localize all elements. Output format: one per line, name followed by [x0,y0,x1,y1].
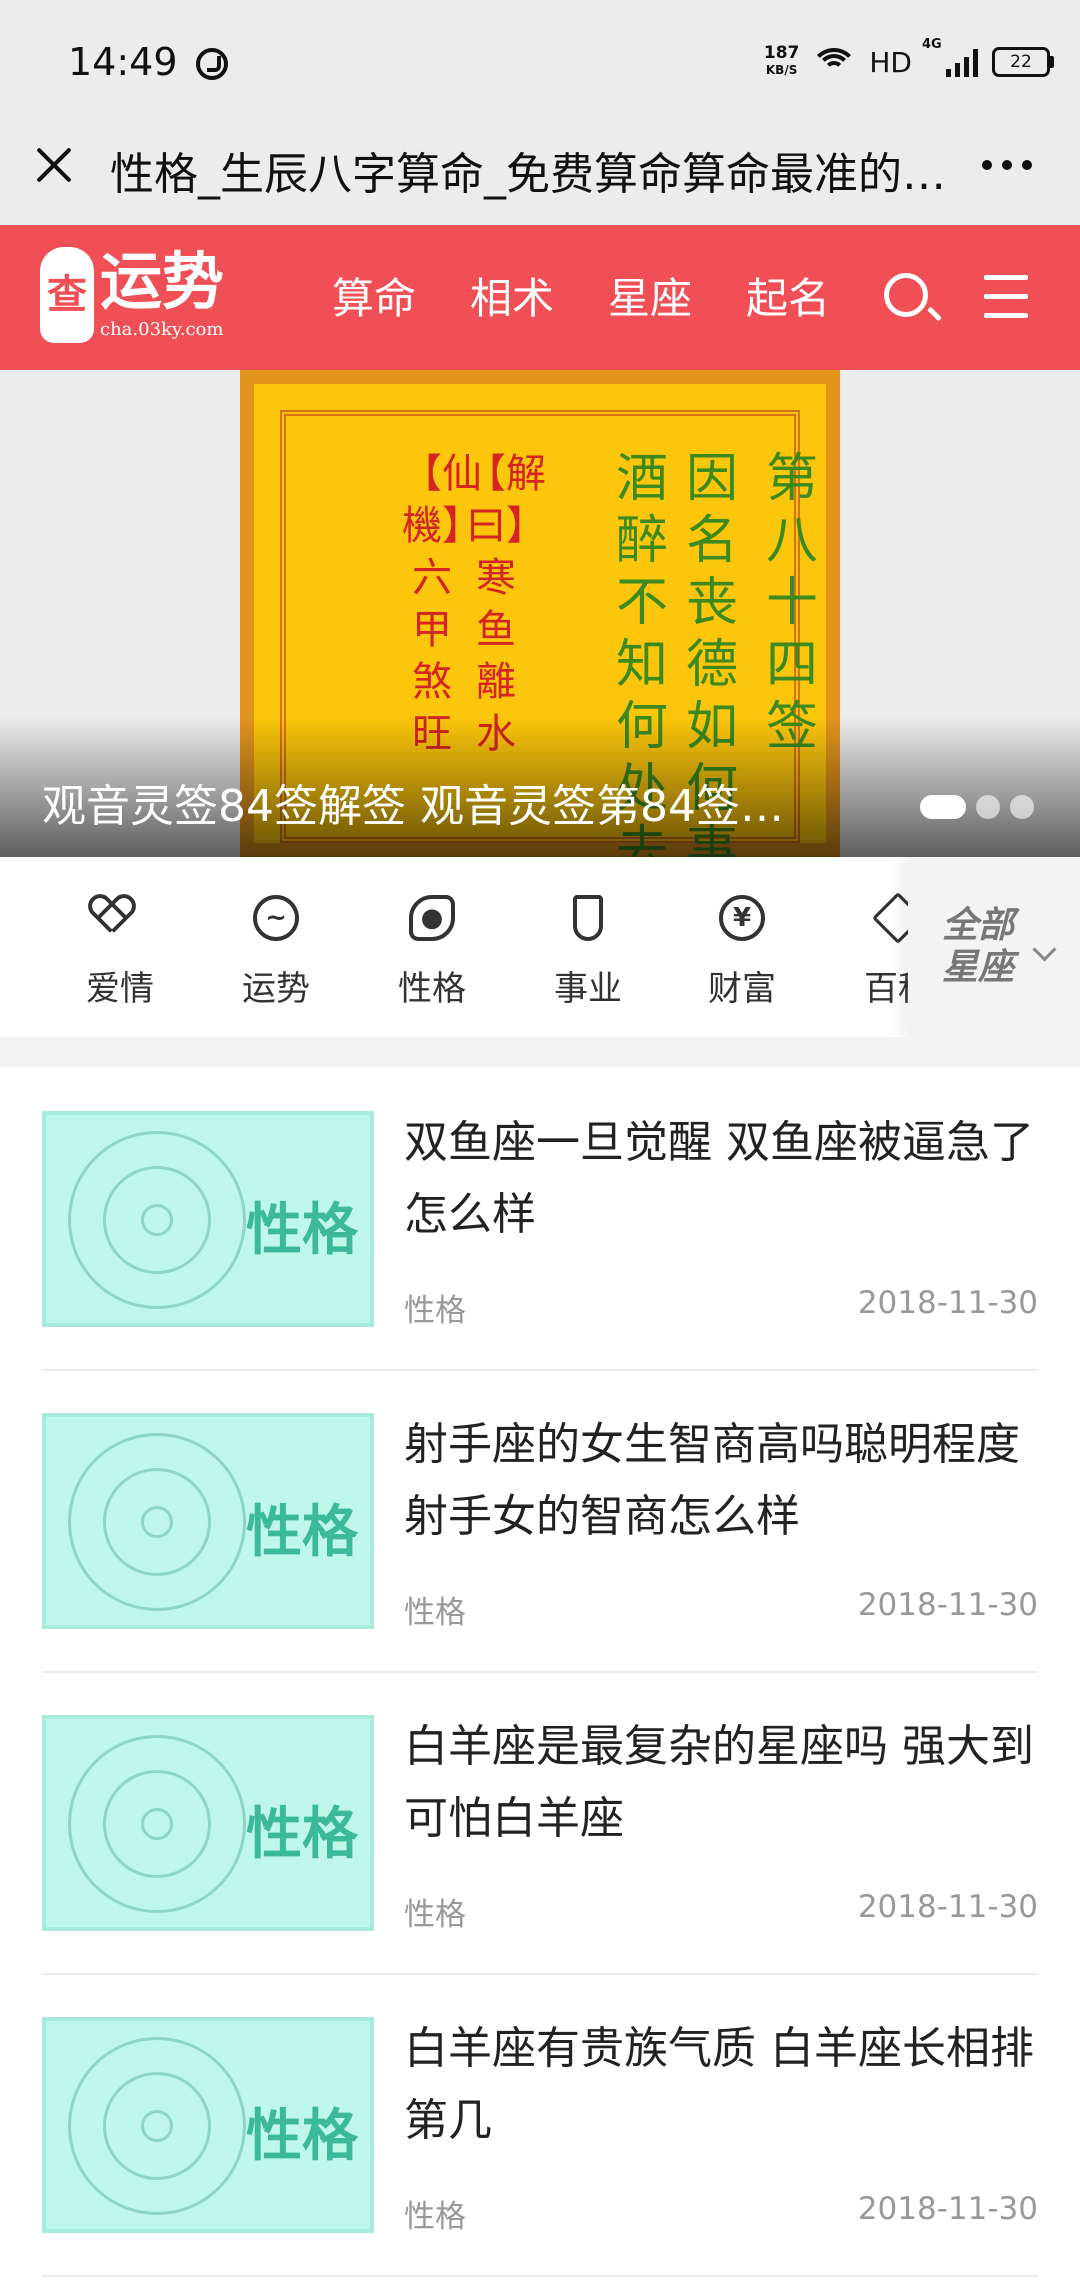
banner-text-col: 【仙機】六甲煞旺 [402,451,482,757]
atom-icon: ● [409,895,455,941]
nav-item-xiangshu[interactable]: 相术 [470,265,608,326]
article-thumbnail[interactable]: 性格 [42,1111,374,1327]
page-title: 性格_生辰八字算命_免费算命算命最准的网站 [110,149,970,200]
battery-icon: 22 [992,47,1054,77]
article-title[interactable]: 白羊座是最复杂的星座吗 强大到可怕白羊座 [404,1711,1038,1855]
article-category: 性格 [404,1293,466,1329]
battery-level: 22 [1010,52,1032,72]
signal-icon: 4G [922,37,978,77]
carousel-dot-active[interactable] [920,795,966,819]
wifi-icon [813,46,856,78]
site-header: 查 运势 cha.03ky.com 算命 相术 星座 起名 [0,225,1080,370]
logo-seal: 查 [40,247,94,343]
article-thumbnail[interactable]: 性格 [42,2017,374,2233]
zodiac-wheel-icon [68,1131,246,1309]
list-item[interactable]: 性格 白羊座是最复杂的星座吗 强大到可怕白羊座 性格 2018-11-30 [42,1671,1038,1975]
article-category: 性格 [404,1897,466,1933]
tie-icon [573,895,603,941]
status-time: 14:49 [68,40,178,84]
category-label: 运势 [242,969,310,1009]
article-thumbnail[interactable]: 性格 [42,1715,374,1931]
yuan-icon: ¥ [719,895,765,941]
category-career[interactable]: 事业 [528,895,648,1010]
network-speed-unit: KB/S [765,63,798,77]
close-icon[interactable] [34,144,74,184]
article-date: 2018-11-30 [857,2191,1038,2227]
category-label: 性格 [398,969,466,1009]
zodiac-wheel-icon [68,1735,246,1913]
category-wealth[interactable]: ¥ 财富 [682,895,802,1010]
list-item[interactable]: 性格 射手座的女生智商高吗聪明程度 射手女的智商怎么样 性格 2018-11-3… [42,1369,1038,1673]
fortune-icon: ~ [253,895,299,941]
category-label: 爱情 [86,969,154,1009]
article-date: 2018-11-30 [857,1285,1038,1321]
thumbnail-tag: 性格 [246,2103,358,2169]
all-zodiac-button[interactable]: 全部星座 [908,857,1080,1037]
all-zodiac-label: 全部星座 [942,905,1015,988]
carousel-dot[interactable] [976,795,1000,819]
nav-item-qiming[interactable]: 起名 [746,265,884,326]
article-title[interactable]: 射手座的女生智商高吗聪明程度 射手女的智商怎么样 [404,1409,1038,1553]
category-strip: 爱情 ~ 运势 ● 性格 事业 ¥ 财富 百科 全部星座 [0,857,1080,1037]
network-speed-value: 187 [763,43,800,63]
logo-domain: cha.03ky.com [100,319,224,340]
zodiac-wheel-icon [68,2037,246,2215]
network-speed: 187 KB/S [764,45,800,79]
more-options-icon[interactable] [982,160,1032,170]
thumbnail-tag: 性格 [246,1499,358,1565]
status-icons: 187 KB/S HD 4G 22 [764,37,1054,82]
zodiac-wheel-icon [68,1433,246,1611]
nav-item-xingzuo[interactable]: 星座 [608,265,746,326]
banner-text-col: 第八十四签 [765,449,818,757]
category-personality[interactable]: ● 性格 [372,895,492,1010]
site-logo[interactable]: 查 运势 cha.03ky.com [40,247,240,347]
article-category: 性格 [404,1595,466,1631]
carousel-dot[interactable] [1010,795,1034,819]
menu-icon[interactable] [984,275,1028,319]
browser-titlebar: 性格_生辰八字算命_免费算命算命最准的网站 [0,130,1080,225]
heart-icon [96,895,144,939]
network-type: 4G [922,37,942,52]
category-label: 事业 [554,969,622,1009]
banner-caption[interactable]: 观音灵签84签解签 观音灵签第84签解签 [42,770,802,834]
hd-label: HD [869,45,912,79]
article-date: 2018-11-30 [857,1889,1038,1925]
carousel-dots [920,795,1034,819]
main-nav: 算命 相术 星座 起名 [332,265,884,326]
sync-icon [196,48,228,80]
chevron-down-icon [1032,937,1057,962]
nav-item-suanming[interactable]: 算命 [332,265,470,326]
status-bar: 14:49 187 KB/S HD 4G 22 [0,0,1080,130]
section-divider [0,1037,1080,1067]
category-love[interactable]: 爱情 [60,895,180,1010]
list-item[interactable]: 性格 白羊座有贵族气质 白羊座长相排第几 性格 2018-11-30 [42,1973,1038,2277]
article-title[interactable]: 双鱼座一旦觉醒 双鱼座被逼急了怎么样 [404,1107,1038,1251]
category-fortune[interactable]: ~ 运势 [216,895,336,1010]
article-category: 性格 [404,2199,466,2235]
search-icon[interactable] [884,273,928,317]
thumbnail-tag: 性格 [246,1801,358,1867]
logo-text: 运势 [100,245,225,318]
article-thumbnail[interactable]: 性格 [42,1413,374,1629]
article-title[interactable]: 白羊座有贵族气质 白羊座长相排第几 [404,2013,1038,2157]
category-label: 财富 [708,969,776,1009]
list-item[interactable]: 性格 双鱼座一旦觉醒 双鱼座被逼急了怎么样 性格 2018-11-30 [42,1067,1038,1371]
article-date: 2018-11-30 [857,1587,1038,1623]
thumbnail-tag: 性格 [246,1197,358,1263]
